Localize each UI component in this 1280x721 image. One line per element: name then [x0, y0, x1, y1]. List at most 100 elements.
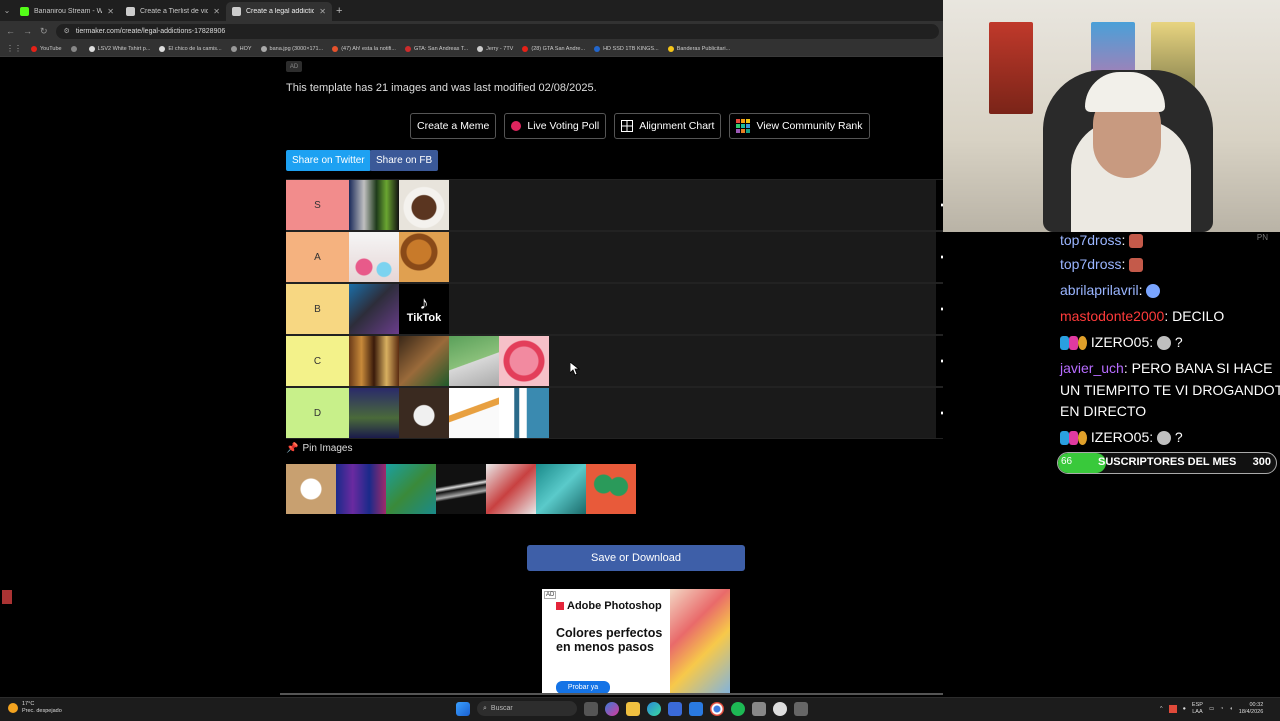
- lines-image[interactable]: [436, 464, 486, 514]
- share-facebook-button[interactable]: Share on FB: [370, 150, 439, 171]
- close-icon[interactable]: ✕: [107, 7, 114, 16]
- cigarette-image[interactable]: [449, 388, 499, 438]
- tier-label[interactable]: B: [286, 284, 349, 334]
- tier-label[interactable]: A: [286, 232, 349, 282]
- alcohol-image[interactable]: [349, 336, 399, 386]
- money-laptop-image[interactable]: [449, 336, 499, 386]
- tier-label[interactable]: D: [286, 388, 349, 438]
- tiktok-image[interactable]: ♪ TikTok: [399, 284, 449, 334]
- site-info-icon[interactable]: ⚙: [64, 27, 70, 35]
- tier-label[interactable]: S: [286, 180, 349, 230]
- close-icon[interactable]: ✕: [319, 7, 326, 16]
- pills-image[interactable]: [286, 464, 336, 514]
- mail-icon[interactable]: [689, 701, 703, 716]
- tier-items[interactable]: [349, 388, 936, 438]
- coffee-image[interactable]: [399, 180, 449, 230]
- gear-icon[interactable]: [941, 248, 943, 266]
- photoshop-ad[interactable]: AD Adobe Photoshop Colores perfectos en …: [542, 589, 730, 695]
- copilot-icon[interactable]: [605, 701, 619, 716]
- bookmark[interactable]: Jerry - 7TV: [477, 45, 513, 52]
- windows-start-icon[interactable]: [456, 701, 470, 716]
- monitor-icon[interactable]: ▭: [1209, 706, 1214, 712]
- file-explorer-icon[interactable]: [626, 701, 640, 716]
- close-icon[interactable]: ✕: [213, 7, 220, 16]
- tier-items[interactable]: [349, 336, 936, 386]
- bookmark[interactable]: [70, 45, 80, 52]
- mouth-image[interactable]: [499, 336, 549, 386]
- spotify-icon[interactable]: [731, 701, 745, 716]
- bookmark[interactable]: GTA: San Andreas T...: [404, 45, 468, 52]
- volume-icon[interactable]: ◖: [1229, 706, 1232, 712]
- pin-images-header[interactable]: 📌 Pin Images: [286, 443, 352, 454]
- slot-machines-image[interactable]: [336, 464, 386, 514]
- bookmark[interactable]: bana.jpg (3000×171...: [260, 45, 323, 52]
- joint-image[interactable]: [386, 464, 436, 514]
- gear-icon[interactable]: [941, 352, 943, 370]
- tab-search-icon[interactable]: ⌄: [0, 6, 14, 15]
- network-icon[interactable]: ◔: [1220, 706, 1223, 712]
- alignment-chart-button[interactable]: Alignment Chart: [614, 113, 722, 139]
- store-icon[interactable]: [668, 701, 682, 716]
- app-icon[interactable]: [752, 701, 766, 716]
- tier-row-b: B ♪ TikTok: [286, 283, 943, 335]
- apps-icon[interactable]: ⋮⋮: [6, 44, 22, 53]
- task-view-icon[interactable]: [584, 701, 598, 716]
- reload-icon[interactable]: ↻: [40, 26, 48, 37]
- tier-row-d: D: [286, 387, 943, 439]
- tier-items[interactable]: [349, 180, 936, 230]
- vaping-image[interactable]: [536, 464, 586, 514]
- vape-image[interactable]: [499, 388, 549, 438]
- gear-icon[interactable]: [941, 300, 943, 318]
- tier-items[interactable]: [349, 232, 936, 282]
- language-indicator[interactable]: ESP: [1192, 702, 1203, 709]
- record-icon: [511, 121, 522, 131]
- live-voting-poll-button[interactable]: Live Voting Poll: [504, 113, 607, 139]
- bookmark[interactable]: YouTube: [31, 45, 62, 52]
- zyn-image[interactable]: [586, 464, 636, 514]
- share-twitter-button[interactable]: Share on Twitter: [286, 150, 371, 171]
- tier-label[interactable]: C: [286, 336, 349, 386]
- microphone-icon[interactable]: ●: [1183, 706, 1186, 712]
- fast-food-image[interactable]: [399, 232, 449, 282]
- bookmark-folder[interactable]: HOY: [230, 45, 252, 52]
- bookmark[interactable]: (47) Ah! esta la notifi...: [332, 45, 396, 52]
- template-info: This template has 21 images and was last…: [286, 82, 597, 94]
- badge-icon: [1060, 431, 1069, 446]
- drugs-image[interactable]: [399, 388, 449, 438]
- weather-widget[interactable]: 17°C Prec. despejado: [8, 701, 62, 715]
- new-tab-button[interactable]: +: [336, 5, 342, 17]
- horizontal-scrollbar[interactable]: [280, 693, 943, 695]
- tab-legal-addictions[interactable]: Create a legal addictions Tier List ✕: [226, 2, 332, 21]
- chevron-up-icon[interactable]: ^: [1160, 706, 1163, 712]
- bookmark[interactable]: Banderas Publicitari...: [667, 45, 730, 52]
- tab-bananirou[interactable]: Bananirou Stream - Watch Live ✕: [14, 2, 120, 21]
- forward-icon[interactable]: →: [23, 26, 32, 36]
- chrome-icon[interactable]: [710, 701, 724, 716]
- url-field[interactable]: ⚙ tiermaker.com/create/legal-addictions-…: [55, 23, 939, 39]
- xxx-adult-image[interactable]: [486, 464, 536, 514]
- community-rank-button[interactable]: View Community Rank: [729, 113, 870, 139]
- save-or-download-button[interactable]: Save or Download: [527, 545, 745, 571]
- create-meme-button[interactable]: Create a Meme: [410, 113, 497, 139]
- tab-tierlist-vicios[interactable]: Create a Tierlist de vicios y adicciones…: [120, 2, 226, 21]
- bookmark[interactable]: HD SSD 1TB KINGS...: [594, 45, 659, 52]
- chat-message: abrilaprilavril:: [1060, 282, 1161, 299]
- gear-icon[interactable]: [941, 404, 943, 422]
- gambling-image[interactable]: [399, 336, 449, 386]
- grid-icon: [621, 120, 634, 132]
- obs-icon[interactable]: [773, 701, 787, 716]
- taskbar-search[interactable]: ⌕ Buscar: [477, 701, 577, 716]
- betting-image[interactable]: [349, 388, 399, 438]
- app-tray-icon[interactable]: [1168, 705, 1177, 713]
- bookmark[interactable]: El chico de la camis...: [159, 45, 222, 52]
- bookmark[interactable]: (28) GTA San Andre...: [522, 45, 585, 52]
- energy-drinks-image[interactable]: [349, 180, 399, 230]
- edge-icon[interactable]: [647, 701, 661, 716]
- back-icon[interactable]: ←: [6, 26, 15, 36]
- bookmark[interactable]: LSV2 White Tshirt p...: [88, 45, 150, 52]
- tier-items[interactable]: ♪ TikTok: [349, 284, 936, 334]
- settings-icon[interactable]: [794, 701, 808, 716]
- phone-image[interactable]: [349, 284, 399, 334]
- clock[interactable]: 00:32 18/4/2026: [1239, 702, 1263, 716]
- sugar-image[interactable]: [349, 232, 399, 282]
